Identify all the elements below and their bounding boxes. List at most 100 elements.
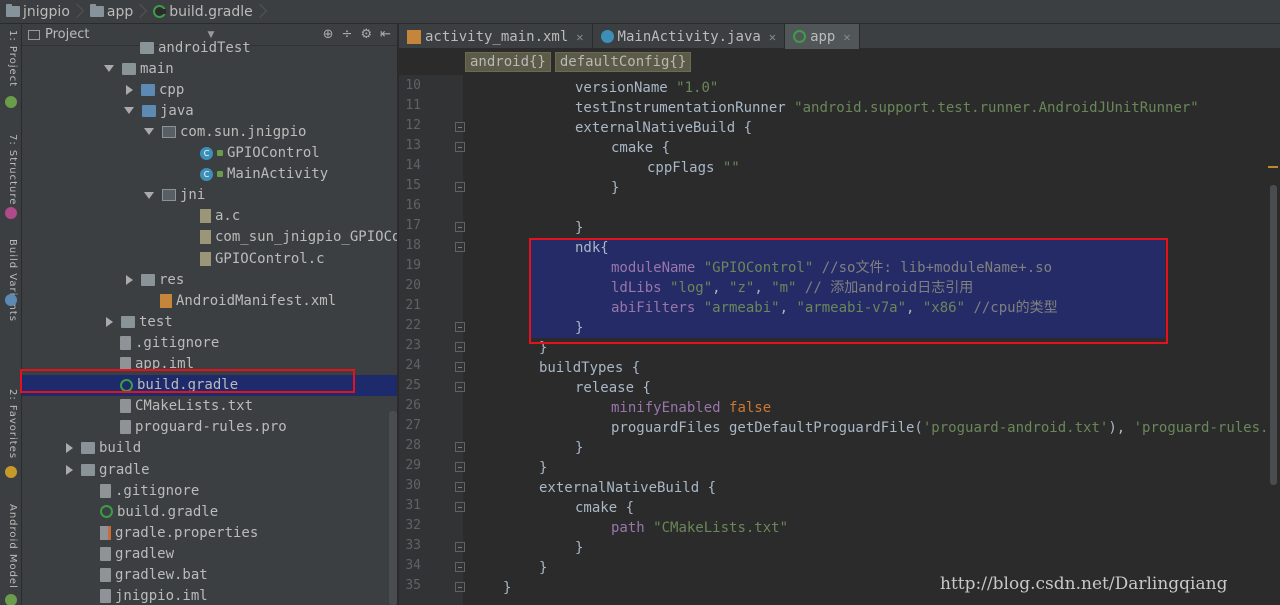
code-line[interactable]: release { (463, 378, 651, 398)
code-token: externalNativeBuild { (575, 120, 753, 136)
chevron-right-icon[interactable] (66, 443, 73, 454)
tree-node[interactable]: build.gradle (22, 501, 397, 522)
line-number: 12 (405, 118, 421, 133)
tree-node-label: build (99, 440, 142, 457)
project-scrollbar[interactable] (389, 411, 397, 605)
editor-tab[interactable]: activity_main.xml ✕ (399, 24, 593, 49)
tree-node[interactable]: jni (22, 185, 397, 206)
close-icon[interactable]: ✕ (843, 30, 850, 44)
tool-window-button[interactable]: Build Variants (4, 239, 18, 322)
tree-node[interactable]: build (22, 438, 397, 459)
tree-node[interactable]: GPIOControl.c (22, 248, 397, 269)
tree-node[interactable]: gradlew.bat (22, 565, 397, 586)
editor-scrollbar[interactable] (1270, 185, 1277, 485)
tree-node[interactable]: jnigpio.iml (22, 586, 397, 605)
code-line[interactable]: externalNativeBuild { (463, 118, 752, 138)
editor-tab[interactable]: app ✕ (785, 24, 860, 49)
code-token: } (575, 440, 584, 456)
close-icon[interactable]: ✕ (769, 30, 776, 44)
code-line[interactable]: cmake { (463, 498, 634, 518)
android-icon[interactable] (5, 594, 17, 605)
breadcrumb-item[interactable]: app (84, 0, 147, 24)
folder-icon (122, 62, 136, 75)
chevron-down-icon[interactable] (124, 107, 134, 115)
line-number: 21 (405, 298, 421, 313)
breadcrumb-item[interactable]: build.gradle (147, 0, 267, 24)
tree-node[interactable]: a.c (22, 206, 397, 227)
source-folder-icon (142, 104, 156, 117)
code-line[interactable]: } (463, 178, 619, 198)
code-line[interactable]: cmake { (463, 138, 670, 158)
editor-tab[interactable]: MainActivity.java ✕ (593, 24, 786, 49)
tree-node[interactable]: C GPIOControl (22, 143, 397, 164)
tree-node[interactable]: gradlew (22, 543, 397, 564)
code-token: } (539, 460, 548, 476)
code-line[interactable]: buildTypes { (463, 358, 640, 378)
chevron-down-icon[interactable] (104, 65, 114, 73)
chevron-down-icon[interactable] (144, 128, 154, 136)
tool-window-button[interactable]: 7: Structure (4, 134, 18, 205)
tree-node[interactable]: cpp (22, 79, 397, 100)
breadcrumb-item[interactable]: jnigpio (0, 0, 84, 24)
tree-node[interactable]: test (22, 311, 397, 332)
line-number: 25 (405, 378, 421, 393)
close-icon[interactable]: ✕ (576, 30, 583, 44)
chevron-right-icon[interactable] (106, 316, 113, 327)
line-number: 28 (405, 438, 421, 453)
chevron-right-icon[interactable] (66, 464, 73, 475)
code-breadcrumb[interactable]: defaultConfig{} (554, 52, 692, 72)
code-breadcrumb[interactable]: android{} (465, 52, 551, 72)
line-number: 11 (405, 98, 421, 113)
tool-window-button[interactable]: Android Model (4, 504, 18, 589)
code-line[interactable]: } (463, 218, 583, 238)
code-line[interactable] (463, 198, 467, 218)
code-token: testInstrumentationRunner (575, 100, 795, 116)
code-line[interactable]: versionName "1.0" (463, 78, 718, 98)
code-line[interactable]: } (463, 438, 583, 458)
code-line[interactable]: path "CMakeLists.txt" (463, 518, 788, 538)
tool-window-button[interactable]: 2: Favorites (4, 389, 18, 459)
folder-icon (89, 4, 104, 17)
line-number: 23 (405, 338, 421, 353)
structure-icon[interactable] (5, 207, 17, 219)
tree-node[interactable]: res (22, 269, 397, 290)
warning-marker[interactable] (1268, 166, 1278, 168)
line-number: 26 (405, 398, 421, 413)
tree-node[interactable]: .gitignore (22, 480, 397, 501)
code-token: } (503, 580, 512, 596)
tree-node[interactable]: C MainActivity (22, 164, 397, 185)
line-number: 30 (405, 478, 421, 493)
editor-tab-label: activity_main.xml (425, 28, 569, 45)
code-line[interactable]: externalNativeBuild { (463, 478, 716, 498)
chevron-down-icon[interactable] (144, 191, 154, 199)
variants-icon[interactable] (5, 294, 17, 306)
tree-node[interactable]: gradle (22, 459, 397, 480)
tree-node[interactable]: gradle.properties (22, 522, 397, 543)
tree-node[interactable]: java (22, 100, 397, 121)
breadcrumb-label: jnigpio (23, 3, 70, 20)
tree-node[interactable]: androidTest (22, 37, 397, 58)
code-line[interactable]: } (463, 578, 511, 598)
code-line[interactable]: } (463, 458, 547, 478)
chevron-right-icon[interactable] (126, 274, 133, 285)
code-line[interactable]: minifyEnabled false (463, 398, 771, 418)
code-line[interactable]: } (463, 558, 547, 578)
tree-node[interactable]: .gitignore (22, 332, 397, 353)
code-line[interactable]: cppFlags "" (463, 158, 740, 178)
chevron-right-icon[interactable] (126, 84, 133, 95)
star-icon[interactable] (5, 466, 17, 478)
code-line[interactable]: } (463, 538, 583, 558)
android-icon[interactable] (5, 96, 17, 108)
tree-node[interactable]: proguard-rules.pro (22, 417, 397, 438)
tree-node[interactable]: com_sun_jnigpio_GPIOControl (22, 227, 397, 248)
tree-node[interactable]: main (22, 58, 397, 79)
tree-node[interactable]: AndroidManifest.xml (22, 290, 397, 311)
highlight-box (529, 238, 1168, 344)
code-line[interactable]: proguardFiles getDefaultProguardFile('pr… (463, 418, 1280, 438)
editor-gutter: 10 11 12 13 14 15 16 17 18 19 20 21 22 23 24 25 26 27 28 29… (399, 75, 465, 605)
tree-node[interactable]: CMakeLists.txt (22, 396, 397, 417)
gradle-icon (100, 505, 113, 519)
code-line[interactable]: testInstrumentationRunner "android.suppo… (463, 98, 1199, 118)
tool-window-button[interactable]: 1: Project (4, 30, 18, 87)
tree-node[interactable]: com.sun.jnigpio (22, 121, 397, 142)
